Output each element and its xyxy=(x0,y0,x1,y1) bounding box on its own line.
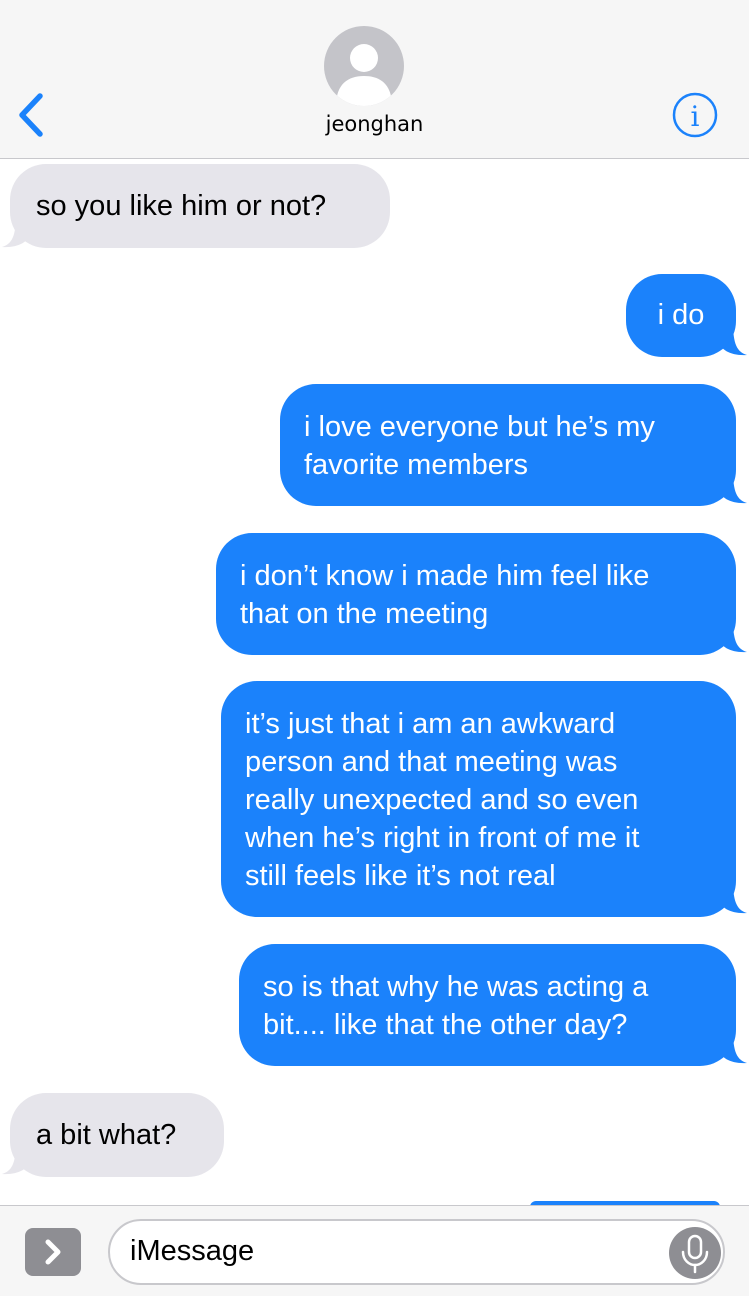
message-bubble-outgoing[interactable]: so is that why he was acting a bit.... l… xyxy=(239,944,736,1066)
info-icon: i xyxy=(672,92,718,138)
message-line: really unexpected and so even xyxy=(245,784,639,816)
message-line: person and that meeting was xyxy=(245,746,618,778)
message-line: that on the meeting xyxy=(240,598,489,630)
message-input-placeholder: iMessage xyxy=(130,1235,255,1267)
message-bubble-outgoing[interactable]: i love everyone but he’s my favorite mem… xyxy=(280,384,736,506)
info-button[interactable]: i xyxy=(670,90,720,140)
message-text: i do xyxy=(657,299,705,331)
message-line: when he’s right in front of me it xyxy=(245,822,640,854)
message-line: i don’t know i made him feel like xyxy=(240,560,650,592)
svg-text:i: i xyxy=(691,100,700,133)
chevron-right-icon xyxy=(45,1239,61,1265)
message-composer: iMessage xyxy=(0,1205,749,1296)
contact-name[interactable]: jeonghan xyxy=(0,112,749,136)
message-line: still feels like it’s not real xyxy=(245,860,556,892)
message-line: i love everyone but he’s my xyxy=(304,411,655,443)
microphone-button[interactable] xyxy=(669,1227,721,1279)
message-line: it’s just that i am an awkward xyxy=(245,708,616,740)
message-bubble-incoming[interactable]: so you like him or not? xyxy=(10,164,390,248)
microphone-icon xyxy=(681,1234,709,1274)
conversation-header: jeonghan i xyxy=(0,0,749,159)
person-silhouette-icon xyxy=(336,44,392,106)
message-text: so you like him or not? xyxy=(36,190,327,222)
message-line: favorite members xyxy=(304,449,529,481)
message-line: bit.... like that the other day? xyxy=(263,1009,628,1041)
message-line: so is that why he was acting a xyxy=(263,971,649,1003)
message-bubble-outgoing[interactable]: i do xyxy=(626,274,736,357)
message-text: a bit what? xyxy=(36,1119,177,1151)
contact-avatar[interactable] xyxy=(324,26,404,106)
message-bubble-outgoing[interactable]: it’s just that i am an awkward person an… xyxy=(221,681,736,917)
message-input[interactable]: iMessage xyxy=(108,1219,725,1285)
app-drawer-button[interactable] xyxy=(25,1228,81,1276)
message-bubble-incoming[interactable]: a bit what? xyxy=(10,1093,224,1177)
message-bubble-outgoing[interactable]: i don’t know i made him feel like that o… xyxy=(216,533,736,655)
